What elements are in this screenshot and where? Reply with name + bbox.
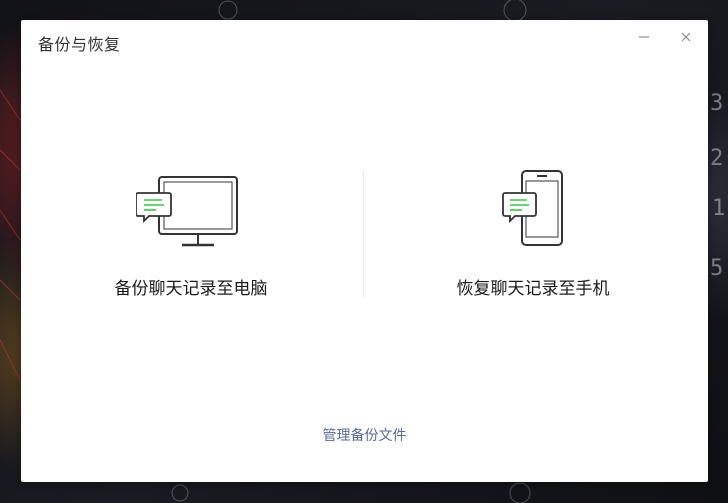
manage-backup-files-link[interactable]: 管理备份文件 (21, 425, 708, 445)
close-icon (681, 32, 691, 42)
monitor-chat-icon-wrap (41, 168, 341, 248)
option-divider (363, 170, 364, 297)
svg-text:3: 3 (710, 91, 723, 116)
backup-to-pc-label: 备份聊天记录至电脑 (114, 279, 268, 299)
restore-to-phone-option[interactable]: 恢复聊天记录至手机 (383, 160, 683, 320)
backup-to-pc-option[interactable]: 备份聊天记录至电脑 (41, 160, 341, 320)
svg-text:2: 2 (710, 146, 723, 171)
restore-to-phone-label: 恢复聊天记录至手机 (456, 279, 610, 299)
svg-text:1: 1 (712, 196, 725, 221)
phone-chat-icon (502, 170, 563, 246)
svg-text:5: 5 (710, 256, 723, 281)
dialog-title: 备份与恢复 (38, 35, 121, 54)
backup-restore-dialog: 备份与恢复 备份聊天记录至电脑 恢复聊天记录至手机 管理备份文件 (21, 20, 708, 482)
minimize-icon (639, 36, 649, 38)
phone-chat-icon-wrap (383, 168, 683, 248)
monitor-chat-icon (136, 176, 238, 247)
minimize-button[interactable] (632, 26, 656, 48)
close-button[interactable] (674, 26, 698, 48)
